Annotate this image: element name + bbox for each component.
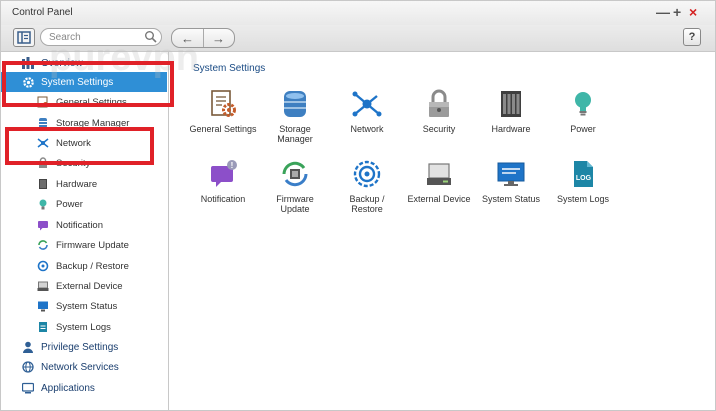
app-label: Storage (279, 124, 311, 134)
sidebar-toggle-button[interactable] (13, 28, 35, 47)
app-label: System Logs (556, 194, 610, 204)
app-notification[interactable]: ! Notification (187, 158, 259, 204)
list-view-icon (17, 31, 31, 44)
control-panel-window: Control Panel — + × ← → ? (0, 0, 716, 411)
external-device-icon (427, 163, 451, 185)
sidebar-item-label: Firmware Update (56, 239, 129, 251)
sidebar-item-label: Applications (41, 382, 95, 394)
sidebar-item-power[interactable]: Power (36, 194, 83, 214)
power-icon (575, 92, 591, 116)
network-icon (352, 91, 382, 117)
sidebar-item-applications[interactable]: Applications (21, 378, 95, 398)
security-icon (429, 89, 449, 117)
sidebar-item-label: Network Services (41, 361, 119, 373)
notification-badge: ! (231, 161, 234, 170)
applications-icon (21, 381, 35, 395)
external-device-icon (36, 279, 50, 293)
app-system-logs[interactable]: LOG System Logs (547, 158, 619, 204)
system-status-icon (36, 299, 50, 313)
backup-restore-icon (353, 160, 381, 188)
app-label-line2: Restore (351, 204, 383, 214)
app-label: System Status (481, 194, 541, 204)
firmware-update-icon (36, 238, 50, 252)
sidebar-item-system-logs[interactable]: System Logs (36, 317, 111, 337)
sidebar-item-external-device[interactable]: External Device (36, 276, 123, 296)
firmware-update-icon (282, 161, 308, 187)
app-general-settings[interactable]: General Settings (187, 88, 259, 134)
system-status-icon (497, 162, 525, 186)
minimize-button[interactable]: — (656, 4, 670, 20)
sidebar-item-label: Notification (56, 219, 103, 231)
app-label: External Device (407, 194, 471, 204)
hardware-icon (501, 91, 521, 117)
sidebar-item-label: Backup / Restore (56, 260, 129, 272)
power-icon (36, 197, 50, 211)
highlight-system-settings-box (2, 61, 174, 107)
sidebar-item-label: Privilege Settings (41, 341, 119, 353)
app-network[interactable]: Network (331, 88, 403, 134)
sidebar-item-label: System Logs (56, 321, 111, 333)
sidebar-item-hardware[interactable]: Hardware (36, 174, 97, 194)
help-button[interactable]: ? (683, 28, 701, 46)
app-label: General Settings (189, 124, 257, 134)
sidebar-item-label: External Device (56, 280, 123, 292)
forward-button[interactable]: → (203, 29, 234, 47)
hardware-icon (36, 177, 50, 191)
sidebar-item-notification[interactable]: Notification (36, 215, 103, 235)
app-label: Power (570, 124, 596, 134)
app-label-line2: Update (280, 204, 310, 214)
sidebar-item-label: Hardware (56, 178, 98, 190)
storage-manager-icon (284, 91, 306, 117)
highlight-network-box (5, 127, 154, 165)
app-firmware-update[interactable]: Firmware Update (259, 158, 331, 214)
app-label: Security (422, 124, 456, 134)
app-label: Notification (200, 194, 246, 204)
main-panel: System Settings General Settings Storage (169, 52, 715, 410)
general-settings-icon (211, 90, 236, 117)
app-label: Network (350, 124, 384, 134)
title-bar: Control Panel — + × (1, 1, 715, 25)
app-system-status[interactable]: System Status (475, 158, 547, 204)
app-hardware[interactable]: Hardware (475, 88, 547, 134)
app-backup-restore[interactable]: Backup / Restore (331, 158, 403, 214)
app-storage-manager[interactable]: Storage Manager (259, 88, 331, 144)
notification-icon (36, 218, 50, 232)
app-power[interactable]: Power (547, 88, 619, 134)
logs-icon-text: LOG (576, 175, 592, 182)
notification-icon: ! (211, 160, 237, 187)
section-title: System Settings (193, 63, 266, 74)
app-external-device[interactable]: External Device (403, 158, 475, 204)
sidebar-item-backup-restore[interactable]: Backup / Restore (36, 256, 129, 276)
sidebar-item-firmware-update[interactable]: Firmware Update (36, 235, 129, 255)
maximize-button[interactable]: + (673, 4, 681, 20)
backup-restore-icon (36, 259, 50, 273)
globe-icon (21, 360, 35, 374)
sidebar-item-privilege-settings[interactable]: Privilege Settings (21, 337, 118, 357)
system-logs-icon (36, 320, 50, 334)
sidebar-item-network-services[interactable]: Network Services (21, 357, 119, 377)
app-label: Backup / (349, 194, 385, 204)
app-label-line2: Manager (277, 134, 313, 144)
system-logs-icon: LOG (574, 161, 593, 187)
app-label: Firmware (276, 194, 314, 204)
app-label: Hardware (491, 124, 531, 134)
sidebar-item-label: System Status (56, 300, 118, 312)
window-title: Control Panel (12, 7, 73, 18)
sidebar-item-label: Power (56, 198, 83, 210)
close-button[interactable]: × (689, 4, 697, 20)
app-security[interactable]: Security (403, 88, 475, 134)
user-icon (21, 340, 35, 354)
sidebar-item-system-status[interactable]: System Status (36, 296, 117, 316)
